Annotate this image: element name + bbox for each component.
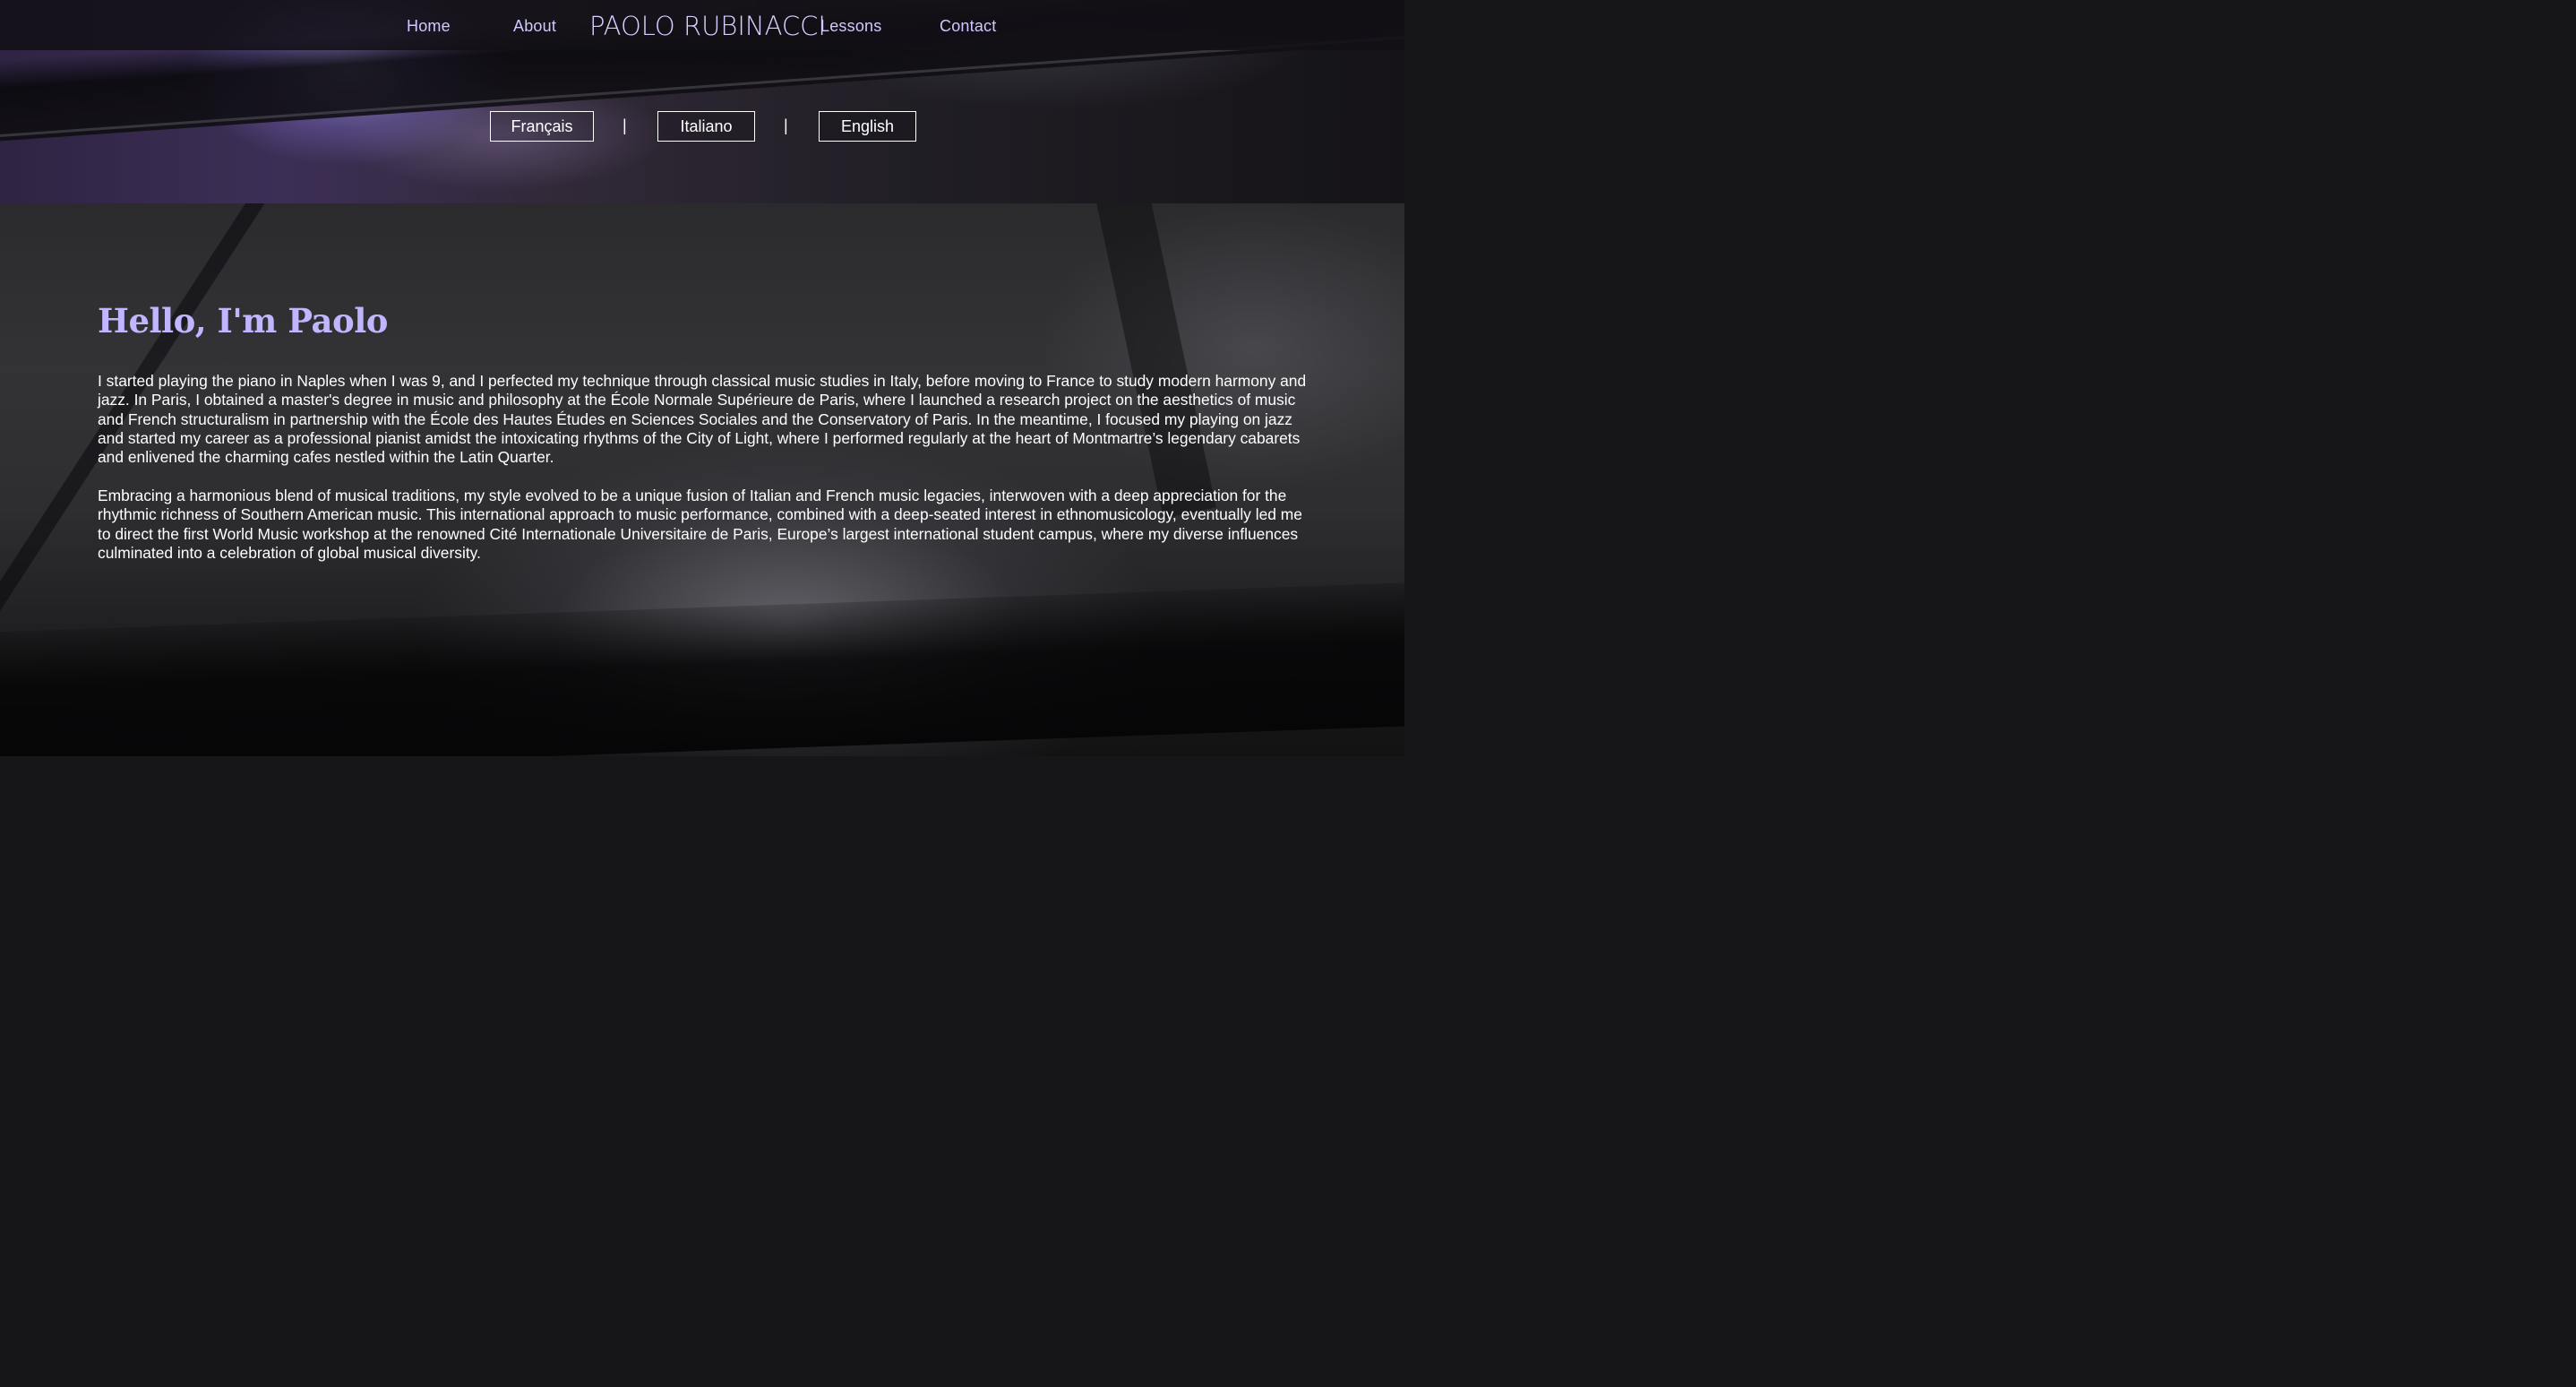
language-separator: | (623, 116, 627, 134)
nav-link-lessons[interactable]: Lessons (820, 17, 881, 36)
page-title: Hello, I'm Paolo (98, 301, 388, 340)
bio-paragraph-1: I started playing the piano in Naples wh… (98, 372, 1307, 467)
site-logo[interactable]: PAOLO RUBINACCI (589, 11, 826, 41)
nav-link-contact[interactable]: Contact (940, 17, 996, 36)
language-button-italiano[interactable]: Italiano (657, 111, 755, 142)
language-separator: | (784, 116, 788, 134)
piano-background-image (0, 203, 1404, 756)
nav-link-home[interactable]: Home (407, 17, 451, 36)
language-button-english[interactable]: English (819, 111, 916, 142)
language-button-francais[interactable]: Français (490, 111, 594, 142)
top-navigation: Home About PAOLO RUBINACCI Lessons Conta… (0, 0, 1404, 50)
nav-link-about[interactable]: About (513, 17, 556, 36)
bio-paragraph-2: Embracing a harmonious blend of musical … (98, 487, 1302, 562)
